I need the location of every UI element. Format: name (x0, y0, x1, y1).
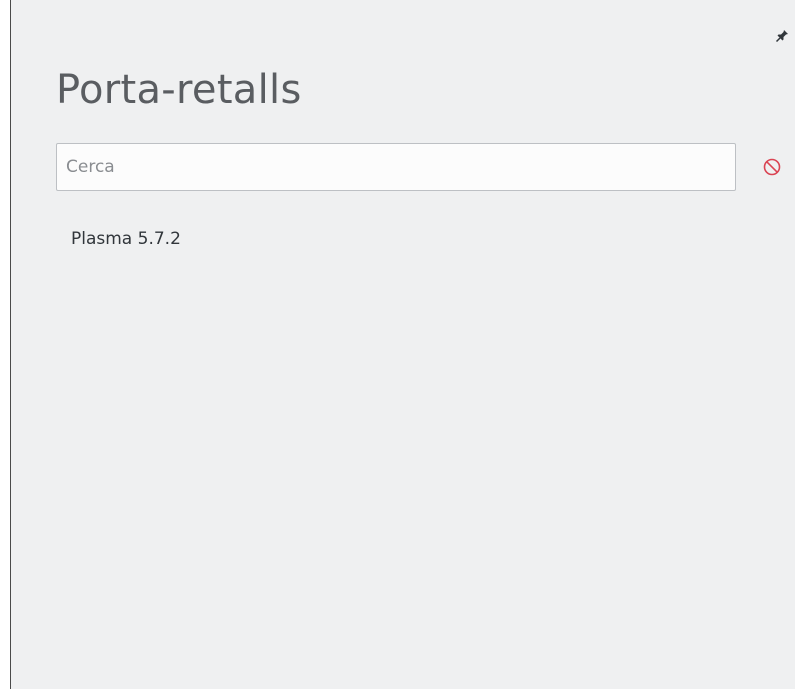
clip-text: Plasma 5.7.2 (71, 229, 181, 249)
pin-icon[interactable] (775, 28, 789, 43)
desktop-edge (0, 0, 10, 689)
clipboard-history-list: Plasma 5.7.2 (56, 214, 784, 264)
clipboard-applet-panel: Porta-retalls Plasma 5.7.2 (11, 0, 795, 689)
clear-history-icon (763, 158, 781, 176)
page-title: Porta-retalls (56, 67, 302, 113)
list-item[interactable]: Plasma 5.7.2 (56, 214, 784, 264)
search-input[interactable] (56, 143, 736, 191)
clear-history-button[interactable] (760, 155, 784, 179)
